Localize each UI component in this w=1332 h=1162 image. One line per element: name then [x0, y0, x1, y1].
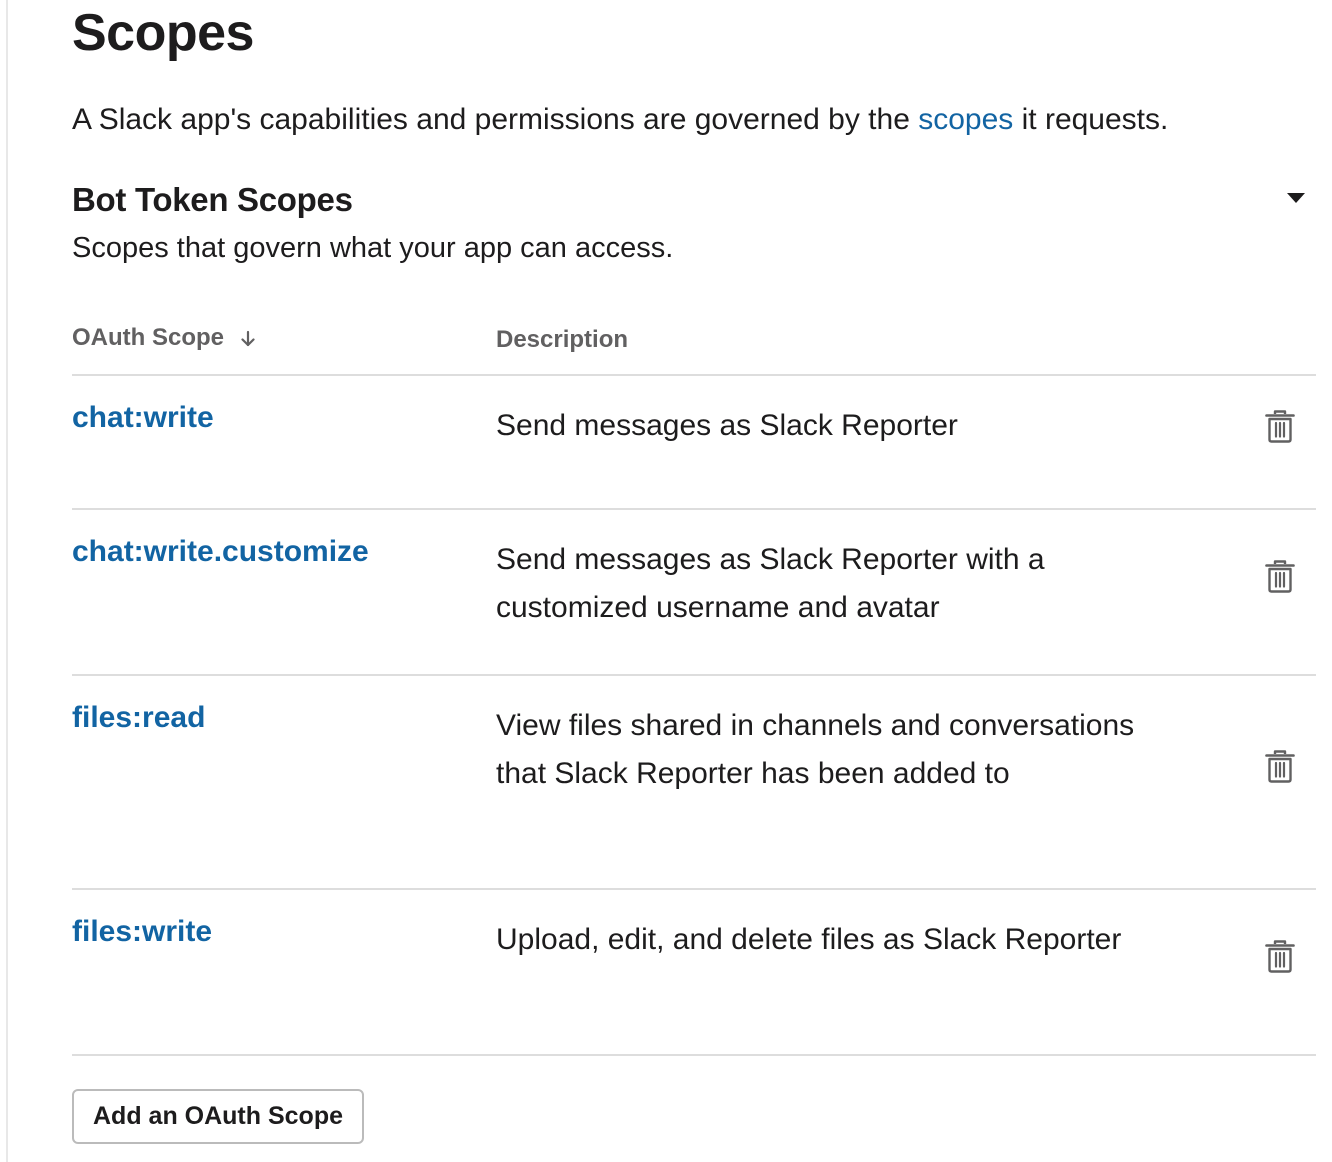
intro-text: A Slack app's capabilities and permissio… — [72, 98, 1168, 142]
scope-description: View files shared in channels and conver… — [496, 709, 1135, 790]
caret-down-icon[interactable] — [1286, 191, 1306, 205]
scope-name[interactable]: files:read — [72, 698, 205, 738]
scopes-table: OAuth Scope Description chat:write Send … — [72, 312, 1316, 1056]
trash-icon[interactable] — [1264, 408, 1296, 444]
scope-description: Send messages as Slack Reporter with a c… — [496, 543, 1045, 624]
left-divider — [6, 0, 8, 1162]
table-row: chat:write Send messages as Slack Report… — [72, 376, 1316, 510]
trash-icon[interactable] — [1264, 748, 1296, 784]
arrow-down-icon — [241, 330, 255, 346]
intro-text-end: it requests. — [1013, 103, 1169, 136]
bot-token-scopes-title: Bot Token Scopes — [72, 181, 353, 218]
trash-icon[interactable] — [1264, 938, 1296, 974]
page-title: Scopes — [72, 4, 254, 62]
bot-token-scopes-subtitle: Scopes that govern what your app can acc… — [72, 232, 674, 264]
table-row: files:read View files shared in channels… — [72, 676, 1316, 890]
scopes-page: Scopes A Slack app's capabilities and pe… — [0, 0, 1332, 1162]
scope-name[interactable]: files:write — [72, 912, 212, 952]
scope-description: Send messages as Slack Reporter — [496, 409, 958, 442]
scope-description: Upload, edit, and delete files as Slack … — [496, 923, 1122, 956]
oauth-scope-header-label: OAuth Scope — [72, 324, 225, 351]
scope-name[interactable]: chat:write.customize — [72, 532, 369, 572]
oauth-scope-column-header[interactable]: OAuth Scope — [72, 322, 257, 354]
trash-icon[interactable] — [1264, 558, 1296, 594]
add-oauth-scope-button[interactable]: Add an OAuth Scope — [72, 1089, 364, 1144]
table-header: OAuth Scope Description — [72, 312, 1316, 376]
table-row: chat:write.customize Send messages as Sl… — [72, 510, 1316, 676]
table-row: files:write Upload, edit, and delete fil… — [72, 890, 1316, 1056]
scopes-link[interactable]: scopes — [918, 103, 1013, 136]
scope-name[interactable]: chat:write — [72, 398, 214, 438]
description-column-header: Description — [496, 326, 629, 353]
intro-text-start: A Slack app's capabilities and permissio… — [72, 103, 919, 136]
